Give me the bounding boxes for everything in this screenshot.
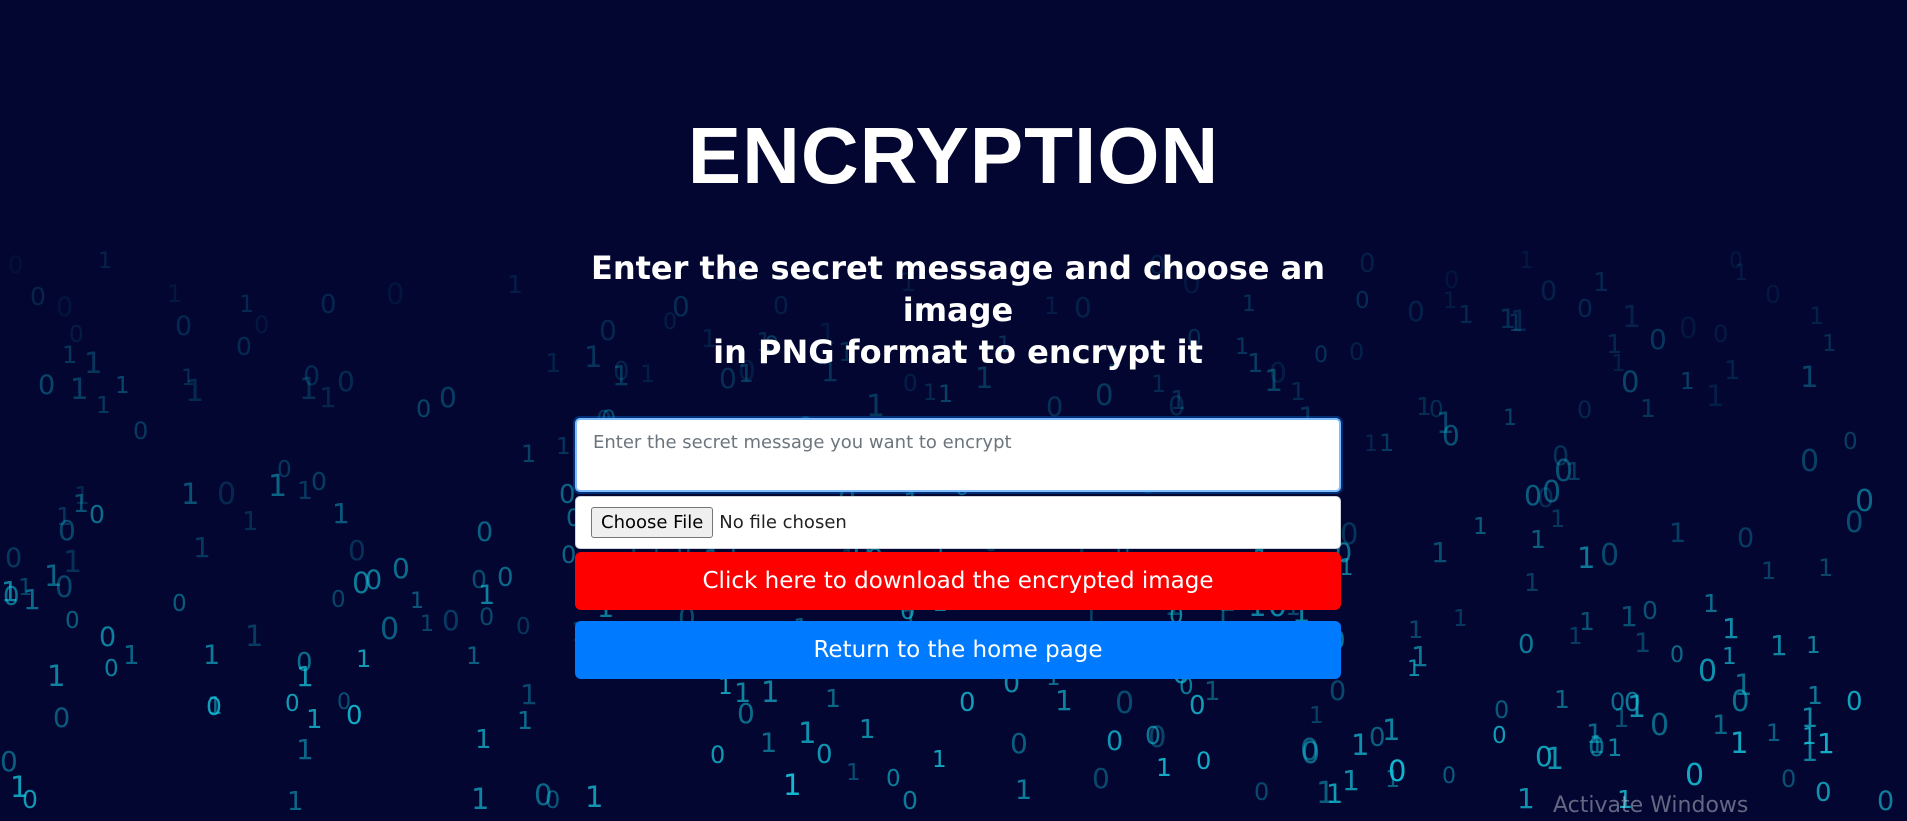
download-encrypted-image-button[interactable]: Click here to download the encrypted ima…	[575, 552, 1341, 610]
choose-file-button[interactable]: Choose File	[591, 507, 714, 538]
file-status-text: No file chosen	[719, 512, 847, 533]
secret-message-input[interactable]	[575, 418, 1341, 492]
subtitle-line-1: Enter the secret message and choose an i…	[590, 249, 1325, 329]
encryption-page: ENCRYPTION Enter the secret message and …	[0, 0, 1907, 821]
activate-windows-watermark: Activate Windows	[1553, 793, 1749, 818]
return-home-button[interactable]: Return to the home page	[575, 621, 1341, 679]
file-input[interactable]: Choose File No file chosen	[575, 496, 1341, 549]
page-subtitle: Enter the secret message and choose an i…	[553, 247, 1363, 373]
page-title: ENCRYPTION	[687, 111, 1220, 200]
subtitle-line-2: in PNG format to encrypt it	[713, 333, 1203, 371]
